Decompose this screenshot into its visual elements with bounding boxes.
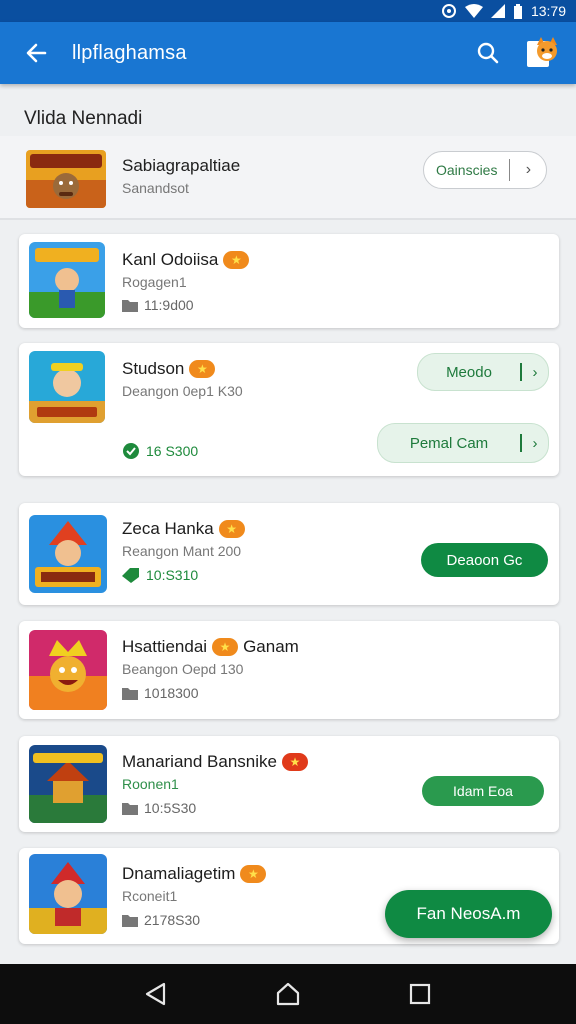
game-meta-text: 10:5S30 — [144, 800, 197, 816]
page-title: llpflaghamsa — [72, 41, 187, 64]
game-name-suffix: Ganam — [243, 637, 299, 656]
status-bar: 13:79 — [0, 0, 576, 22]
button-label: Pemal Cam — [409, 434, 489, 452]
game-subtitle: Beangon Oepd 130 — [122, 661, 244, 677]
game-meta: 10:5S30 — [122, 800, 196, 816]
game-meta: 2178S30 — [122, 912, 200, 928]
game-meta: 10:S310 — [122, 567, 198, 583]
game-name: Zeca Hanka — [122, 519, 214, 538]
game-subtitle: Rogagen1 — [122, 274, 187, 290]
search-icon — [477, 42, 499, 64]
game-meta: 1018300 — [122, 685, 199, 701]
featured-subtitle: Sanandsot — [122, 180, 189, 196]
fox-avatar-icon — [527, 37, 557, 67]
game-subtitle: Reangon Mant 200 — [122, 543, 242, 559]
game-name: Dnamaliagetim — [122, 864, 236, 883]
wifi-icon — [464, 4, 483, 18]
nav-recents-button[interactable] — [390, 964, 450, 1024]
game-subtitle: Deangon 0ep1 K30 — [122, 383, 243, 399]
game-title: Kanl Odoiisa — [122, 250, 250, 270]
game-meta-text: 10:S310 — [146, 567, 199, 583]
game-card[interactable]: Studson Deangon 0ep1 K30 16 S300 Meodo ›… — [19, 343, 559, 476]
folder-icon — [122, 688, 138, 700]
game-title: Manariand Bansnike — [122, 752, 308, 772]
featured-thumbnail — [26, 150, 106, 208]
chevron-right-icon: › — [532, 363, 538, 381]
game-name: Manariand Bansnike — [122, 752, 277, 771]
game-card[interactable]: Hsattiendai Ganam Beangon Oepd 130 10183… — [19, 621, 559, 719]
featured-action-button[interactable]: Oainscies › — [423, 151, 548, 189]
game-name: Kanl Odoiisa — [122, 250, 219, 269]
game-title: Zeca Hanka — [122, 519, 245, 539]
game-thumbnail — [29, 745, 107, 823]
game-name: Hsattiendai — [122, 637, 208, 656]
signal-icon — [490, 4, 505, 18]
game-thumbnail — [29, 630, 107, 710]
star-badge-icon — [218, 520, 245, 538]
alarm-icon — [441, 4, 456, 18]
featured-name: Sabiagrapaltiae — [122, 156, 241, 175]
star-badge-icon — [189, 360, 216, 378]
game-title: Hsattiendai Ganam — [122, 637, 299, 657]
nav-back-button[interactable] — [126, 964, 186, 1024]
nav-back-icon — [145, 982, 166, 1006]
game-meta-text: 2178S30 — [144, 912, 201, 928]
floating-action-button[interactable]: Fan NeosA.m — [385, 890, 552, 938]
deaoon-button[interactable]: Deaoon Gc — [421, 543, 548, 577]
game-thumbnail — [29, 242, 105, 318]
nav-home-icon — [276, 982, 300, 1006]
nav-recents-icon — [409, 983, 431, 1005]
game-title: Studson — [122, 359, 216, 379]
game-name: Studson — [122, 359, 185, 378]
button-label: Meodo — [446, 363, 492, 381]
check-circle-icon — [123, 443, 139, 459]
game-thumbnail — [29, 515, 107, 593]
search-button[interactable] — [460, 22, 516, 84]
system-nav-bar — [0, 964, 576, 1024]
chevron-right-icon: › — [532, 434, 538, 452]
game-meta: 11:9d00 — [122, 297, 194, 313]
nav-home-button[interactable] — [258, 964, 318, 1024]
folder-icon — [122, 915, 138, 927]
featured-item[interactable]: Sabiagrapaltiae Sanandsot Oainscies › — [0, 136, 576, 220]
status-time: 13:79 — [530, 3, 566, 19]
meodo-button[interactable]: Meodo › — [417, 353, 549, 391]
game-thumbnail — [29, 351, 105, 423]
game-title: Dnamaliagetim — [122, 864, 267, 884]
featured-action-label: Oainscies — [436, 162, 498, 178]
section-title: Vlida Nennadi — [24, 108, 143, 129]
app-bar: llpflaghamsa — [0, 22, 576, 84]
game-card[interactable]: Zeca Hanka Reangon Mant 200 10:S310 Deao… — [19, 503, 559, 605]
game-meta: 16 S300 — [122, 442, 198, 460]
content-area[interactable]: Vlida Nennadi Sabiagrapaltiae Sanandsot … — [0, 84, 576, 964]
idam-eoa-button[interactable]: Idam Eoa — [422, 776, 544, 806]
back-button[interactable] — [0, 22, 72, 84]
chevron-right-icon: › — [525, 161, 532, 178]
game-meta-text: 16 S300 — [146, 443, 199, 459]
tag-icon — [122, 568, 139, 583]
star-badge-icon — [212, 638, 239, 656]
game-thumbnail — [29, 854, 107, 934]
pemal-cam-button[interactable]: Pemal Cam › — [377, 423, 549, 463]
game-card[interactable]: Kanl Odoiisa Rogagen1 11:9d00 — [19, 234, 559, 328]
game-subtitle: Rconeit1 — [122, 888, 178, 904]
battery-icon — [513, 3, 522, 19]
star-badge-icon — [223, 251, 250, 269]
folder-icon — [122, 300, 138, 312]
game-subtitle: Roonen1 — [122, 776, 179, 792]
game-meta-text: 11:9d00 — [144, 297, 194, 313]
game-meta-text: 1018300 — [144, 685, 199, 701]
profile-button[interactable] — [516, 22, 568, 84]
folder-icon — [122, 803, 138, 815]
star-badge-icon — [281, 753, 308, 771]
star-badge-icon — [240, 865, 267, 883]
game-card[interactable]: Manariand Bansnike Roonen1 10:5S30 Idam … — [19, 736, 559, 832]
arrow-left-icon — [26, 43, 47, 63]
